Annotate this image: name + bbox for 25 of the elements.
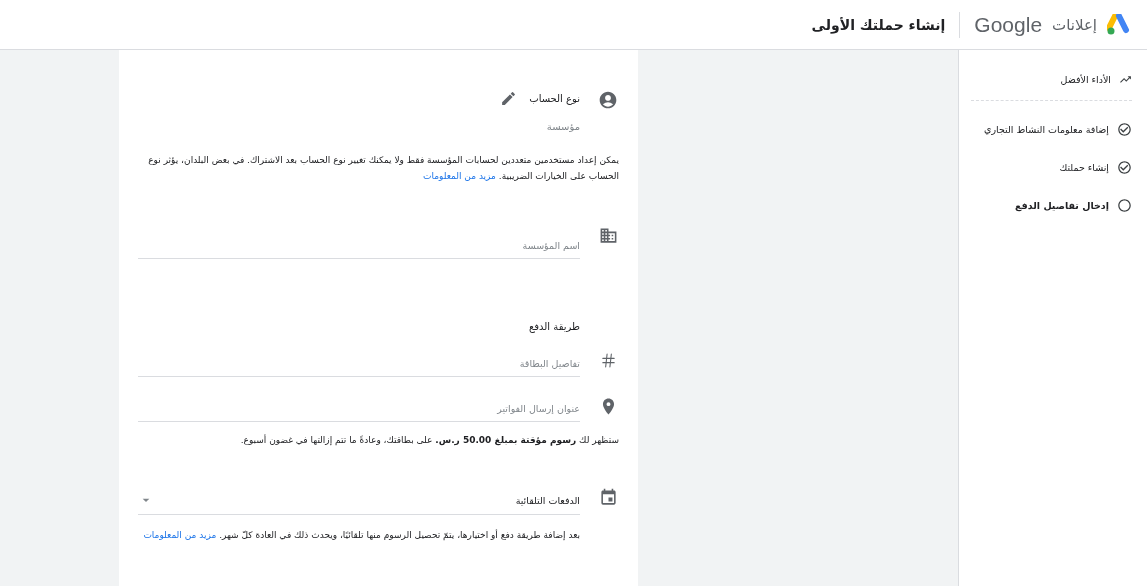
- billing-address-field[interactable]: عنوان إرسال الفواتير: [138, 397, 580, 422]
- edit-icon[interactable]: [500, 90, 518, 107]
- account-note: يمكن إعداد مستخدمين متعددين لحسابات المؤسسة فقط ولا يمكنك تغيير نوع الحساب بعد الاشتراك. في بعض البلدان، يؤثر نوع الحساب على الخيارات الضريبية. مزيد من المعلومات: [147, 154, 619, 183]
- sidebar-heading: الأداء الأفضل: [1060, 73, 1111, 85]
- field-value: مؤسسة: [545, 121, 580, 132]
- brand-name: Google: [974, 12, 1043, 37]
- field-label: نوع الحساب: [529, 93, 580, 104]
- learn-more-link[interactable]: مزيد من المعلومات: [423, 171, 496, 181]
- sidebar-step[interactable]: إضافة معلومات النشاط التجاري: [984, 123, 1109, 135]
- sidebar-step[interactable]: إدخال تفاصيل الدفع: [1015, 199, 1109, 211]
- hash-icon: [599, 352, 617, 369]
- card-details-field[interactable]: تفاصيل البطاقة: [138, 352, 580, 377]
- ads-logo-icon: [1107, 13, 1131, 36]
- building-icon: [598, 226, 618, 245]
- sidebar-step[interactable]: إنشاء حملتك: [1059, 161, 1109, 173]
- calendar-icon: [598, 488, 618, 507]
- account-icon: [598, 90, 618, 110]
- product-name: إعلانات: [1052, 15, 1097, 34]
- payments-note: بعد إضافة طريقة دفع أو اختيارها، يتمّ تحصيل الرسوم منها تلقائيًا، ويحدث ذلك في العادة كلّ شهر. مزيد من المعلومات: [142, 528, 580, 542]
- payments-dropdown[interactable]: الدفعات التلقائية: [138, 488, 580, 515]
- organization-name-field[interactable]: اسم المؤسسة: [138, 234, 580, 259]
- fee-note: ستظهر لك رسوم مؤقتة بمبلغ 50.00 ر.س. على بطاقتك، وعادةً ما تتم إزالتها في غضون أسبوع.: [239, 433, 619, 448]
- page-title: إنشاء حملتك الأولى: [811, 16, 946, 33]
- section-heading: طريقة الدفع: [527, 321, 580, 332]
- learn-more-link[interactable]: مزيد من المعلومات: [143, 530, 217, 540]
